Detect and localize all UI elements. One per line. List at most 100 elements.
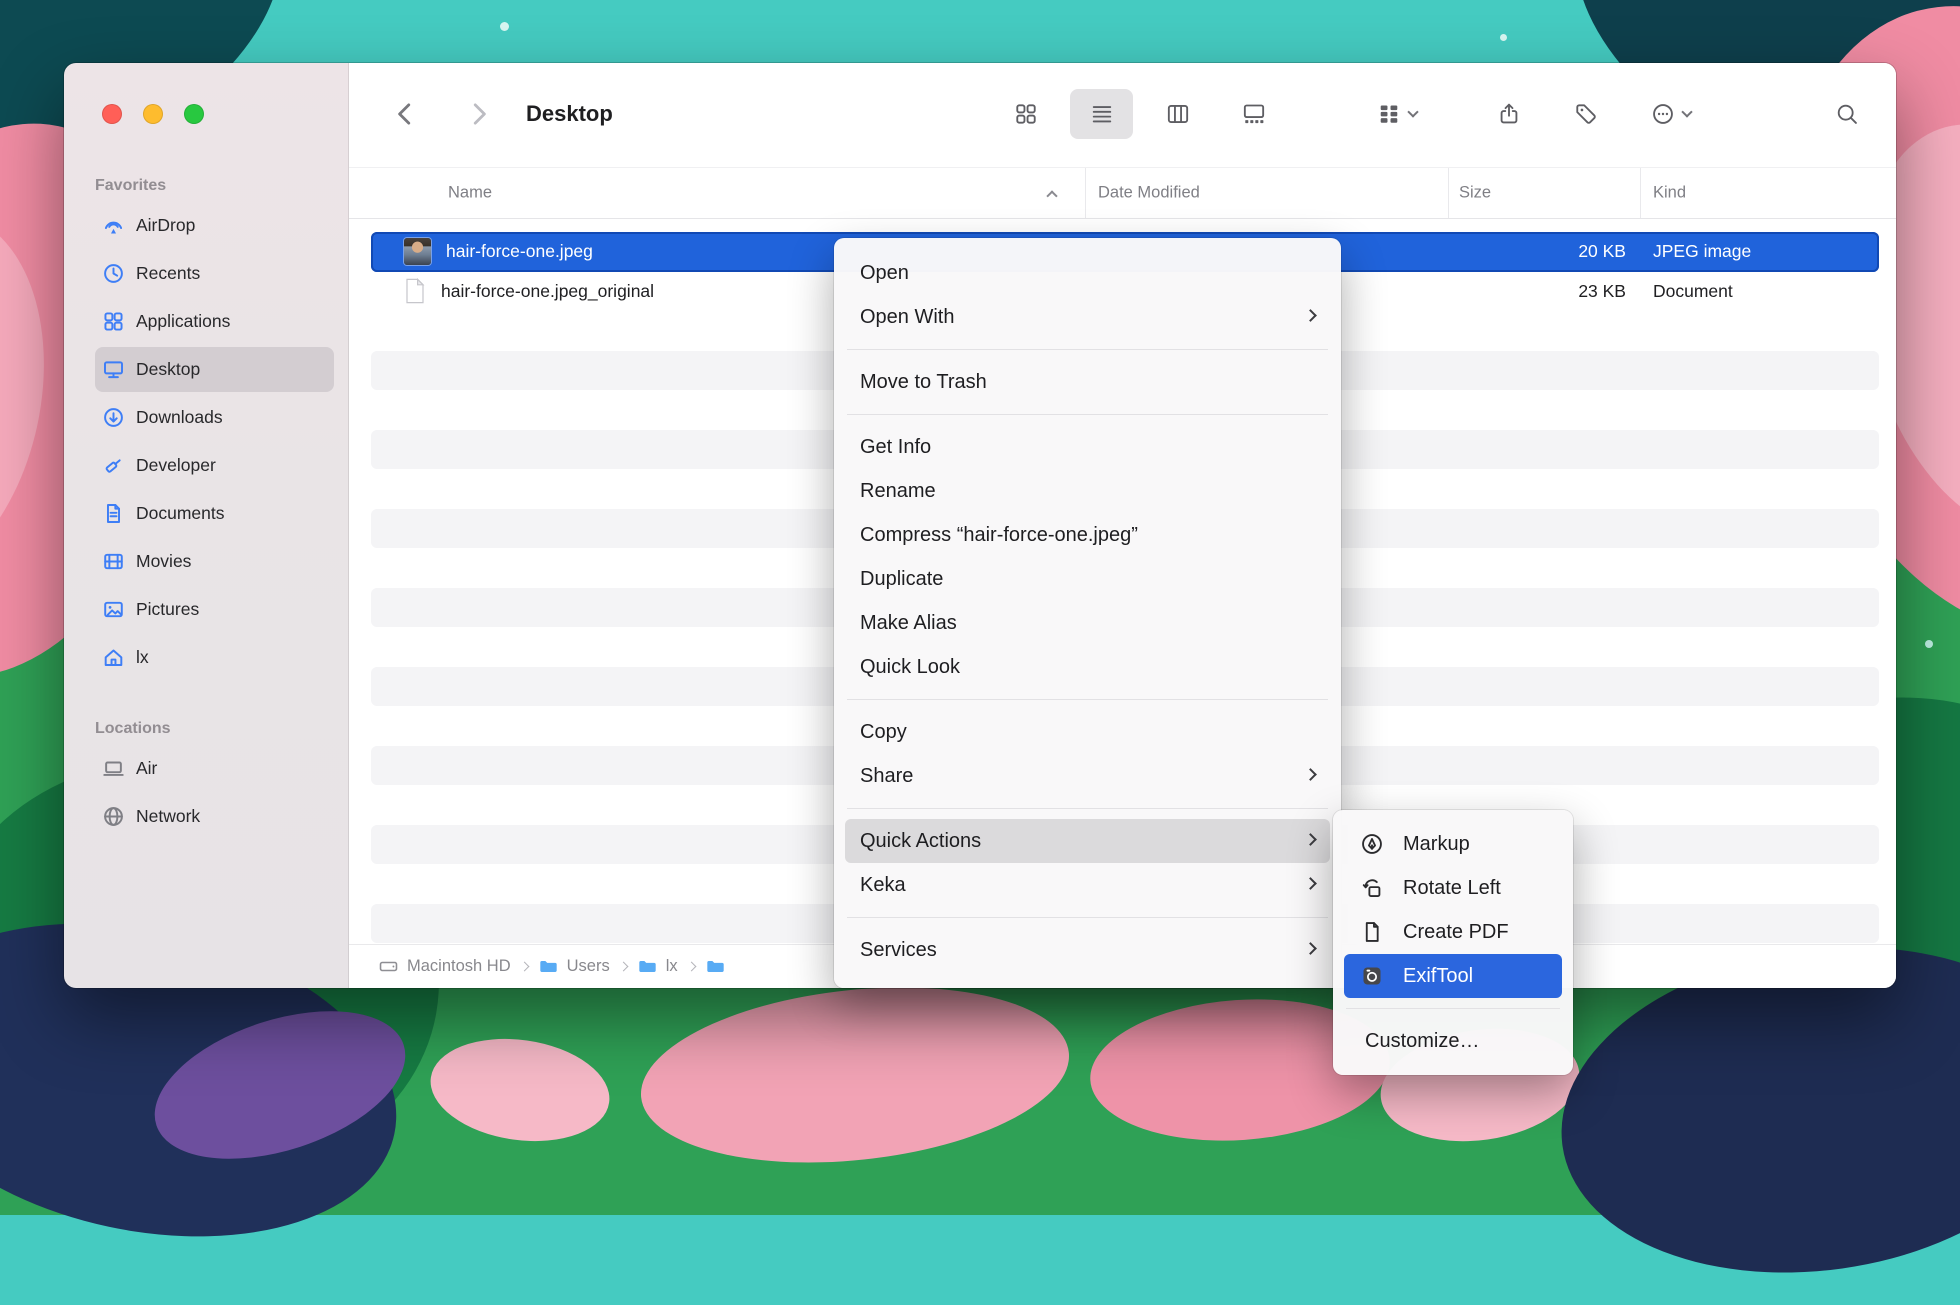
path-item-macintosh-hd[interactable]: Macintosh HD: [378, 956, 511, 977]
column-header-size[interactable]: Size: [1459, 184, 1491, 203]
recents-clock-icon: [102, 262, 125, 285]
file-name: hair-force-one.jpeg_original: [441, 281, 654, 302]
file-kind: Document: [1653, 281, 1733, 302]
back-button[interactable]: [391, 100, 419, 128]
sidebar-item-airdrop[interactable]: AirDrop: [95, 203, 334, 248]
share-button[interactable]: [1497, 102, 1521, 126]
chevron-down-icon: [1407, 106, 1418, 117]
rotate-left-icon: [1359, 875, 1385, 901]
more-actions-button[interactable]: [1651, 102, 1691, 126]
menu-item-label: Quick Actions: [860, 830, 981, 852]
menu-item-keka[interactable]: Keka: [834, 863, 1341, 907]
sidebar-item-label: Desktop: [136, 359, 200, 380]
path-item-lx[interactable]: lx: [637, 956, 678, 977]
file-name: hair-force-one.jpeg: [446, 241, 593, 262]
menu-item-quick-actions[interactable]: Quick Actions: [845, 819, 1330, 863]
developer-hammer-icon: [102, 454, 125, 477]
submenu-item-customize[interactable]: Customize…: [1333, 1019, 1573, 1063]
sidebar-item-pictures[interactable]: Pictures: [95, 587, 334, 632]
column-header-name[interactable]: Name: [448, 184, 492, 203]
path-item-users[interactable]: Users: [538, 956, 610, 977]
chevron-down-icon: [1681, 106, 1692, 117]
icon-view-button[interactable]: [994, 89, 1057, 139]
group-by-button[interactable]: [1377, 102, 1417, 126]
sidebar-item-label: Developer: [136, 455, 216, 476]
path-item-current-folder[interactable]: [705, 956, 734, 977]
sidebar-item-desktop[interactable]: Desktop: [95, 347, 334, 392]
zoom-button[interactable]: [184, 104, 204, 124]
menu-item-compress[interactable]: Compress “hair-force-one.jpeg”: [834, 513, 1341, 557]
grid-view-icon: [1014, 102, 1038, 126]
sidebar-item-downloads[interactable]: Downloads: [95, 395, 334, 440]
file-size: 23 KB: [1578, 281, 1626, 302]
forward-button[interactable]: [465, 100, 493, 128]
menu-item-quick-look[interactable]: Quick Look: [834, 645, 1341, 689]
share-icon: [1497, 102, 1521, 126]
menu-item-make-alias[interactable]: Make Alias: [834, 601, 1341, 645]
list-view-button[interactable]: [1070, 89, 1133, 139]
path-item-label: Users: [567, 957, 610, 976]
view-switcher: [994, 89, 1285, 139]
minimize-button[interactable]: [143, 104, 163, 124]
menu-item-duplicate[interactable]: Duplicate: [834, 557, 1341, 601]
column-header-kind[interactable]: Kind: [1653, 184, 1686, 203]
menu-separator: [847, 349, 1328, 350]
menu-item-copy[interactable]: Copy: [834, 710, 1341, 754]
menu-item-share[interactable]: Share: [834, 754, 1341, 798]
menu-item-label: Services: [860, 939, 937, 961]
sidebar-item-network[interactable]: Network: [95, 794, 334, 839]
submenu-item-markup[interactable]: Markup: [1333, 822, 1573, 866]
sidebar: Favorites AirDrop Recents Applications D…: [64, 63, 349, 988]
home-icon: [102, 646, 125, 669]
menu-item-get-info[interactable]: Get Info: [834, 425, 1341, 469]
documents-page-icon: [102, 502, 125, 525]
folder-icon: [538, 956, 559, 977]
applications-grid-icon: [102, 310, 125, 333]
submenu-item-label: Create PDF: [1403, 921, 1509, 944]
menu-item-rename[interactable]: Rename: [834, 469, 1341, 513]
breadcrumb-separator-icon: [686, 962, 696, 972]
column-divider: [1448, 168, 1449, 218]
laptop-icon: [102, 757, 125, 780]
sidebar-item-label: lx: [136, 647, 149, 668]
network-globe-icon: [102, 805, 125, 828]
menu-item-label: Open With: [860, 306, 954, 328]
menu-item-services[interactable]: Services: [834, 928, 1341, 972]
sidebar-item-label: Network: [136, 806, 200, 827]
sidebar-item-developer[interactable]: Developer: [95, 443, 334, 488]
file-kind: JPEG image: [1653, 241, 1751, 262]
sidebar-item-applications[interactable]: Applications: [95, 299, 334, 344]
exiftool-icon: [1359, 963, 1385, 989]
submenu-item-rotate-left[interactable]: Rotate Left: [1333, 866, 1573, 910]
folder-icon: [705, 956, 726, 977]
menu-item-move-to-trash[interactable]: Move to Trash: [834, 360, 1341, 404]
column-view-button[interactable]: [1146, 89, 1209, 139]
gallery-view-icon: [1242, 102, 1266, 126]
submenu-item-exiftool[interactable]: ExifTool: [1344, 954, 1562, 998]
sidebar-item-label: Downloads: [136, 407, 223, 428]
ellipsis-circle-icon: [1651, 102, 1675, 126]
column-header-bar: Name Date Modified Size Kind: [349, 167, 1896, 219]
sidebar-item-label: Applications: [136, 311, 230, 332]
sidebar-item-label: Recents: [136, 263, 200, 284]
path-item-label: lx: [666, 957, 678, 976]
submenu-item-label: Rotate Left: [1403, 877, 1501, 900]
submenu-item-create-pdf[interactable]: Create PDF: [1333, 910, 1573, 954]
search-button[interactable]: [1835, 102, 1859, 126]
sidebar-item-lx[interactable]: lx: [95, 635, 334, 680]
close-button[interactable]: [102, 104, 122, 124]
sidebar-item-documents[interactable]: Documents: [95, 491, 334, 536]
column-header-date-modified[interactable]: Date Modified: [1098, 184, 1200, 203]
window-title: Desktop: [526, 101, 613, 127]
column-view-icon: [1166, 102, 1190, 126]
menu-item-open-with[interactable]: Open With: [834, 295, 1341, 339]
sidebar-item-recents[interactable]: Recents: [95, 251, 334, 296]
menu-separator: [847, 808, 1328, 809]
sidebar-item-movies[interactable]: Movies: [95, 539, 334, 584]
image-thumbnail: [404, 238, 431, 265]
menu-item-open[interactable]: Open: [834, 251, 1341, 295]
gallery-view-button[interactable]: [1222, 89, 1285, 139]
tags-button[interactable]: [1574, 102, 1598, 126]
sidebar-item-air[interactable]: Air: [95, 746, 334, 791]
file-name-cell: hair-force-one.jpeg: [371, 238, 593, 265]
